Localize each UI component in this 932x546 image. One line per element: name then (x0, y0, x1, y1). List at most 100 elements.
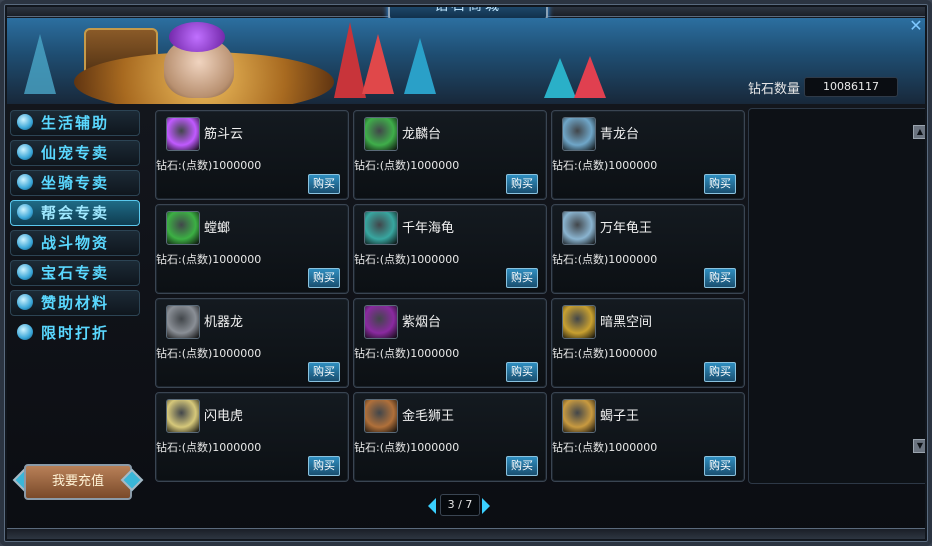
recharge-area: 我要充值 (12, 460, 144, 502)
item-name: 机器龙 (204, 315, 244, 330)
category-label: 生活辅助 (41, 114, 110, 132)
item-name: 闪电虎 (204, 409, 244, 424)
item-name: 螳螂 (204, 221, 231, 236)
category-label: 战斗物资 (41, 234, 110, 252)
buy-button[interactable]: 购买 (308, 174, 340, 194)
buy-button[interactable]: 购买 (704, 456, 736, 476)
prev-page-icon[interactable] (428, 498, 436, 514)
item-card[interactable]: 筋斗云钻石:(点数)1000000 购买 (155, 110, 349, 200)
item-price: 钻石:(点数)1000000 (552, 347, 658, 360)
category-item[interactable]: 帮会专卖 (10, 200, 140, 226)
item-name: 金毛狮王 (402, 409, 455, 424)
category-label: 仙宠专卖 (41, 144, 110, 162)
item-name: 龙麟台 (402, 127, 442, 142)
diamond-balance-value: 10086117 (804, 77, 898, 97)
bottom-frame-bar (0, 528, 932, 546)
buy-button[interactable]: 购买 (308, 362, 340, 382)
buy-button[interactable]: 购买 (506, 456, 538, 476)
item-card[interactable]: 蝎子王钻石:(点数)1000000 购买 (551, 392, 745, 482)
item-icon (166, 399, 200, 433)
item-icon (166, 305, 200, 339)
page-indicator: 3 / 7 (440, 494, 480, 516)
buy-button[interactable]: 购买 (506, 174, 538, 194)
scroll-icon (17, 114, 33, 130)
item-card[interactable]: 机器龙钻石:(点数)1000000 购买 (155, 298, 349, 388)
category-item[interactable]: 坐骑专卖 (10, 170, 140, 196)
buy-button[interactable]: 购买 (308, 268, 340, 288)
item-card[interactable]: 紫烟台钻石:(点数)1000000 购买 (353, 298, 547, 388)
category-item[interactable]: 战斗物资 (10, 230, 140, 256)
category-label: 坐骑专卖 (41, 174, 110, 192)
category-label: 限时打折 (41, 324, 110, 342)
item-price: 钻石:(点数)1000000 (354, 253, 460, 266)
category-label: 赞助材料 (41, 294, 110, 312)
item-icon (562, 305, 596, 339)
next-page-icon[interactable] (482, 498, 490, 514)
item-price: 钻石:(点数)1000000 (156, 253, 262, 266)
item-card[interactable]: 千年海龟钻石:(点数)1000000 购买 (353, 204, 547, 294)
item-name: 蝎子王 (600, 409, 640, 424)
item-card[interactable]: 螳螂钻石:(点数)1000000 购买 (155, 204, 349, 294)
category-item[interactable]: 生活辅助 (10, 110, 140, 136)
item-name: 青龙台 (600, 127, 640, 142)
crystal-decoration (24, 34, 56, 94)
category-sidebar: 生活辅助仙宠专卖坐骑专卖帮会专卖战斗物资宝石专卖赞助材料限时打折 (8, 106, 148, 506)
item-card[interactable]: 万年龟王 钻石:(点数)1000000 购买 (551, 204, 745, 294)
crystal-decoration (362, 34, 394, 94)
item-price: 钻石:(点数)1000000 (156, 159, 262, 172)
category-item[interactable]: 赞助材料 (10, 290, 140, 316)
item-icon (562, 117, 596, 151)
item-icon (166, 211, 200, 245)
ore-icon (17, 294, 33, 310)
gem-icon (17, 264, 33, 280)
item-name: 千年海龟 (402, 221, 455, 236)
category-item[interactable]: 限时打折 (10, 320, 140, 346)
crystal-decoration (404, 38, 436, 94)
item-card[interactable]: 金毛狮王钻石:(点数)1000000 购买 (353, 392, 547, 482)
crystal-decoration (544, 58, 576, 98)
item-price: 钻石:(点数)1000000 (354, 159, 460, 172)
paw-icon (17, 144, 33, 160)
buy-button[interactable]: 购买 (704, 268, 736, 288)
item-price: 钻石:(点数)1000000 (156, 347, 262, 360)
buy-button[interactable]: 购买 (506, 268, 538, 288)
diamond-balance-label: 钻石数量 (748, 82, 801, 97)
item-price: 钻石:(点数)1000000 (552, 441, 658, 454)
recharge-button[interactable]: 我要充值 (24, 464, 132, 500)
megaphone-icon (17, 324, 33, 340)
buy-button[interactable]: 购买 (308, 456, 340, 476)
buy-button[interactable]: 购买 (506, 362, 538, 382)
item-price: 钻石:(点数)1000000 (552, 253, 658, 266)
category-item[interactable]: 仙宠专卖 (10, 140, 140, 166)
item-name: 筋斗云 (204, 127, 244, 142)
item-card[interactable]: 龙麟台钻石:(点数)1000000 购买 (353, 110, 547, 200)
scroll-down-icon[interactable]: ▼ (913, 439, 927, 453)
buy-button[interactable]: 购买 (704, 362, 736, 382)
category-label: 帮会专卖 (41, 204, 110, 222)
shop-window: 钻石商城 ✕ 钻石数量 10086117 生活辅助 仙宠专卖 坐骑专卖 帮会专卖 战斗物… (0, 0, 932, 546)
scroll-up-icon[interactable]: ▲ (913, 125, 927, 139)
item-card[interactable]: 暗黑空间钻石:(点数)1000000 购买 (551, 298, 745, 388)
category-item[interactable]: 宝石专卖 (10, 260, 140, 286)
item-icon (364, 117, 398, 151)
item-card[interactable]: 闪电虎钻石:(点数)1000000 购买 (155, 392, 349, 482)
item-name: 暗黑空间 (600, 315, 653, 330)
item-icon (166, 117, 200, 151)
item-price: 钻石:(点数)1000000 (552, 159, 658, 172)
item-price: 钻石:(点数)1000000 (354, 441, 460, 454)
crystal-decoration (574, 56, 606, 98)
pagination: 3 / 7 (428, 494, 492, 516)
close-icon[interactable]: ✕ (908, 18, 924, 34)
detail-panel: ▲ ▼ (748, 108, 930, 484)
item-price: 钻石:(点数)1000000 (156, 441, 262, 454)
item-icon (562, 211, 596, 245)
crate-icon (17, 234, 33, 250)
item-price: 钻石:(点数)1000000 (354, 347, 460, 360)
item-name: 紫烟台 (402, 315, 442, 330)
item-icon (364, 399, 398, 433)
item-icon (562, 399, 596, 433)
item-icon (364, 305, 398, 339)
category-label: 宝石专卖 (41, 264, 110, 282)
item-card[interactable]: 青龙台钻石:(点数)1000000 购买 (551, 110, 745, 200)
buy-button[interactable]: 购买 (704, 174, 736, 194)
